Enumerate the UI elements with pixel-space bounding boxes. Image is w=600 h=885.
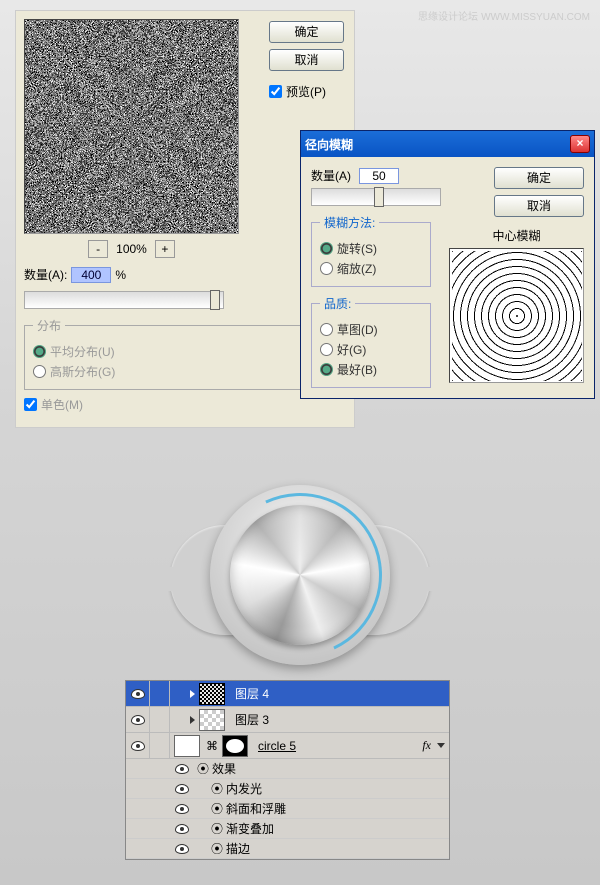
- chevron-right-icon: [190, 690, 195, 698]
- radial-amount-slider[interactable]: [311, 188, 441, 206]
- inner-glow-row[interactable]: ⦿内发光: [126, 779, 449, 799]
- close-icon[interactable]: ×: [570, 135, 590, 153]
- watermark-text: 思缘设计论坛 WWW.MISSYUAN.COM: [418, 8, 590, 23]
- eye-icon: [175, 764, 189, 774]
- zoom-radio[interactable]: [320, 262, 333, 275]
- layer-row-4[interactable]: 图层 4: [126, 681, 449, 707]
- cancel-button[interactable]: 取消: [269, 49, 344, 71]
- good-radio[interactable]: [320, 343, 333, 356]
- ok-button[interactable]: 确定: [269, 21, 344, 43]
- monochrome-checkbox[interactable]: [24, 398, 37, 411]
- layer-row-3[interactable]: 图层 3: [126, 707, 449, 733]
- radial-blur-dialog: 径向模糊 × 确定 取消 数量(A) 模糊方法: 旋转(S) 缩放(Z) 品质:…: [300, 130, 595, 399]
- bevel-row[interactable]: ⦿斜面和浮雕: [126, 799, 449, 819]
- monochrome-label: 单色(M): [41, 396, 83, 413]
- percent-label: %: [115, 268, 126, 282]
- visibility-toggle[interactable]: [170, 839, 194, 858]
- draft-radio[interactable]: [320, 323, 333, 336]
- blur-method-fieldset: 模糊方法: 旋转(S) 缩放(Z): [311, 214, 431, 287]
- radial-titlebar[interactable]: 径向模糊 ×: [301, 131, 594, 157]
- visibility-toggle[interactable]: [170, 779, 194, 798]
- visibility-toggle[interactable]: [126, 707, 150, 732]
- preview-checkbox[interactable]: [269, 85, 282, 98]
- visibility-toggle[interactable]: [126, 733, 150, 758]
- chevron-down-icon[interactable]: [437, 743, 445, 748]
- layer-name: 图层 3: [235, 711, 269, 728]
- link-icon: ⌘: [206, 739, 216, 753]
- layers-panel: 图层 4 图层 3 ⌘ circle 5 fx ⦿效果 ⦿内发光 ⦿斜面和浮雕 …: [125, 680, 450, 860]
- distribution-fieldset: 分布 平均分布(U) 高斯分布(G): [24, 317, 346, 390]
- uniform-radio[interactable]: [33, 345, 46, 358]
- layer-name: circle 5: [258, 739, 296, 753]
- effects-row[interactable]: ⦿效果: [126, 759, 449, 779]
- fx-badge[interactable]: fx: [422, 738, 431, 753]
- layer-row-circle5[interactable]: ⌘ circle 5 fx: [126, 733, 449, 759]
- amount-input[interactable]: [71, 267, 111, 283]
- radial-ok-button[interactable]: 确定: [494, 167, 584, 189]
- layer-thumbnail: [174, 735, 200, 757]
- mask-thumbnail: [222, 735, 248, 757]
- radial-amount-input[interactable]: [359, 168, 399, 184]
- zoom-percent: 100%: [116, 242, 147, 256]
- eye-icon: [175, 804, 189, 814]
- gaussian-radio[interactable]: [33, 365, 46, 378]
- zoom-out-button[interactable]: -: [88, 240, 108, 258]
- center-blur-label: 中心模糊: [449, 227, 584, 244]
- eye-icon: [175, 844, 189, 854]
- radial-amount-label: 数量(A): [311, 167, 351, 184]
- chevron-right-icon: [190, 716, 195, 724]
- best-radio[interactable]: [320, 363, 333, 376]
- stroke-row[interactable]: ⦿描边: [126, 839, 449, 859]
- visibility-toggle[interactable]: [170, 759, 194, 778]
- zoom-in-button[interactable]: +: [155, 240, 175, 258]
- layer-name: 图层 4: [235, 685, 269, 702]
- gradient-overlay-row[interactable]: ⦿渐变叠加: [126, 819, 449, 839]
- quality-fieldset: 品质: 草图(D) 好(G) 最好(B): [311, 295, 431, 388]
- layer-thumbnail: [199, 683, 225, 705]
- eye-icon: [131, 741, 145, 751]
- layer-thumbnail: [199, 709, 225, 731]
- eye-icon: [131, 689, 145, 699]
- visibility-toggle[interactable]: [170, 819, 194, 838]
- spin-radio[interactable]: [320, 242, 333, 255]
- visibility-toggle[interactable]: [170, 799, 194, 818]
- radial-cancel-button[interactable]: 取消: [494, 195, 584, 217]
- blur-center-preview[interactable]: [449, 248, 584, 383]
- eye-icon: [131, 715, 145, 725]
- eye-icon: [175, 824, 189, 834]
- amount-slider[interactable]: [24, 291, 224, 309]
- visibility-toggle[interactable]: [126, 681, 150, 706]
- eye-icon: [175, 784, 189, 794]
- noise-preview: [24, 19, 239, 234]
- amount-label: 数量(A):: [24, 266, 67, 283]
- metal-knob-preview: [170, 475, 430, 695]
- preview-label: 预览(P): [286, 83, 326, 100]
